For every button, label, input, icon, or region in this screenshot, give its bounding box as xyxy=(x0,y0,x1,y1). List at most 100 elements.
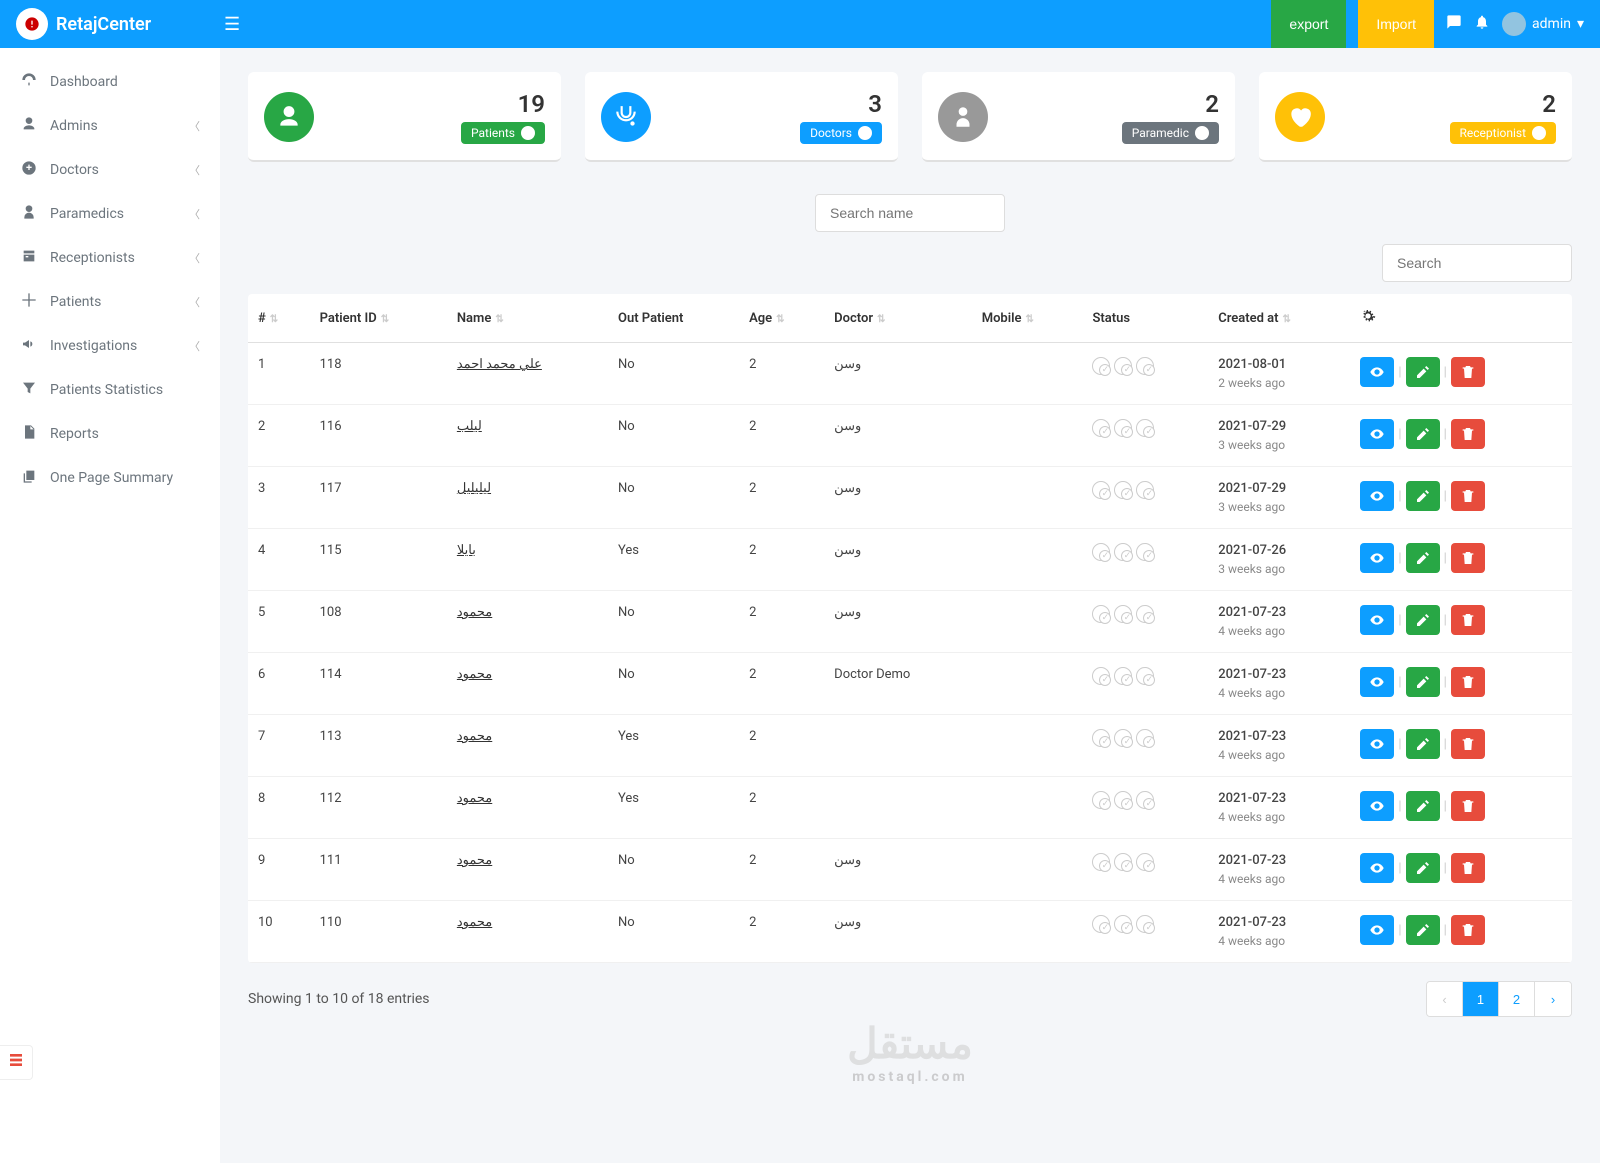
status-circle-icon xyxy=(1136,543,1154,561)
delete-button[interactable] xyxy=(1451,791,1485,821)
view-button[interactable] xyxy=(1360,915,1394,945)
sidebar-item-receptionists[interactable]: Receptionists 〈 xyxy=(0,236,220,280)
view-button[interactable] xyxy=(1360,729,1394,759)
gear-icon[interactable] xyxy=(1360,313,1376,328)
page-prev-button[interactable]: ‹ xyxy=(1427,982,1463,1016)
stat-card-patients[interactable]: 19 Patients✓ xyxy=(248,72,561,162)
delete-button[interactable] xyxy=(1451,419,1485,449)
cell-name[interactable]: ليليليل xyxy=(447,467,608,529)
menu-toggle-icon[interactable]: ☰ xyxy=(224,14,240,35)
edit-button[interactable] xyxy=(1406,853,1440,883)
bullhorn-icon xyxy=(20,336,38,356)
cell-name[interactable]: ليلب xyxy=(447,405,608,467)
column-header[interactable]: Mobile⇅ xyxy=(972,294,1083,343)
cell-pid: 110 xyxy=(310,901,447,963)
delete-button[interactable] xyxy=(1451,729,1485,759)
import-button[interactable]: Import xyxy=(1358,0,1434,48)
table-search-input[interactable] xyxy=(1382,244,1572,282)
cell-doctor: وسن xyxy=(824,901,972,963)
view-button[interactable] xyxy=(1360,419,1394,449)
view-button[interactable] xyxy=(1360,605,1394,635)
delete-button[interactable] xyxy=(1451,915,1485,945)
delete-button[interactable] xyxy=(1451,853,1485,883)
user-menu[interactable]: admin ▾ xyxy=(1502,12,1584,36)
sidebar-item-label: One Page Summary xyxy=(50,470,200,486)
cell-name[interactable]: علي محمد احمد xyxy=(447,343,608,405)
view-button[interactable] xyxy=(1360,667,1394,697)
bell-icon[interactable] xyxy=(1474,14,1490,35)
delete-button[interactable] xyxy=(1451,667,1485,697)
column-header[interactable]: Name⇅ xyxy=(447,294,608,343)
cell-status xyxy=(1082,901,1208,963)
column-header[interactable]: #⇅ xyxy=(248,294,310,343)
stat-card-paramedic[interactable]: 2 Paramedic✓ xyxy=(922,72,1235,162)
column-header[interactable]: Created at⇅ xyxy=(1208,294,1350,343)
cell-actions: | | xyxy=(1350,653,1572,715)
column-header: Status xyxy=(1082,294,1208,343)
cell-name[interactable]: محمود xyxy=(447,901,608,963)
sidebar-item-investigations[interactable]: Investigations 〈 xyxy=(0,324,220,368)
cell-name[interactable]: بايلا xyxy=(447,529,608,591)
cell-name[interactable]: محمود xyxy=(447,777,608,839)
column-header[interactable]: Patient ID⇅ xyxy=(310,294,447,343)
export-button[interactable]: export xyxy=(1271,0,1346,48)
status-circle-icon xyxy=(1114,915,1132,933)
view-button[interactable] xyxy=(1360,543,1394,573)
view-button[interactable] xyxy=(1360,791,1394,821)
cell-name[interactable]: محمود xyxy=(447,653,608,715)
patients-icon xyxy=(20,292,38,312)
sidebar-item-one-page-summary[interactable]: One Page Summary xyxy=(0,456,220,500)
status-circle-icon xyxy=(1114,853,1132,871)
sidebar-item-reports[interactable]: Reports xyxy=(0,412,220,456)
stat-card-doctors[interactable]: 3 Doctors✓ xyxy=(585,72,898,162)
delete-button[interactable] xyxy=(1451,481,1485,511)
sidebar-item-patients[interactable]: Patients 〈 xyxy=(0,280,220,324)
edit-button[interactable] xyxy=(1406,357,1440,387)
cell-name[interactable]: محمود xyxy=(447,715,608,777)
status-circle-icon xyxy=(1136,605,1154,623)
view-button[interactable] xyxy=(1360,853,1394,883)
edit-button[interactable] xyxy=(1406,481,1440,511)
check-icon: ✓ xyxy=(1195,126,1209,140)
edit-button[interactable] xyxy=(1406,605,1440,635)
cell-actions: | | xyxy=(1350,777,1572,839)
separator: | xyxy=(1444,427,1447,442)
edit-button[interactable] xyxy=(1406,419,1440,449)
cell-name[interactable]: محمود xyxy=(447,591,608,653)
edit-button[interactable] xyxy=(1406,791,1440,821)
status-circle-icon xyxy=(1114,605,1132,623)
stat-card-receptionist[interactable]: 2 Receptionist✓ xyxy=(1259,72,1572,162)
edit-button[interactable] xyxy=(1406,667,1440,697)
sidebar-item-paramedics[interactable]: Paramedics 〈 xyxy=(0,192,220,236)
view-button[interactable] xyxy=(1360,357,1394,387)
column-header[interactable]: Age⇅ xyxy=(739,294,824,343)
edit-button[interactable] xyxy=(1406,915,1440,945)
cell-name[interactable]: محمود xyxy=(447,839,608,901)
delete-button[interactable] xyxy=(1451,605,1485,635)
table-footer: Showing 1 to 10 of 18 entries ‹12› xyxy=(248,963,1572,1025)
paramedic-icon xyxy=(20,204,38,224)
chat-icon[interactable] xyxy=(1446,14,1462,35)
search-name-input[interactable] xyxy=(815,194,1005,232)
edit-button[interactable] xyxy=(1406,543,1440,573)
column-header[interactable]: Doctor⇅ xyxy=(824,294,972,343)
sidebar-item-label: Patients xyxy=(50,294,177,310)
sidebar-item-doctors[interactable]: Doctors 〈 xyxy=(0,148,220,192)
delete-button[interactable] xyxy=(1451,357,1485,387)
page-button[interactable]: 2 xyxy=(1499,982,1535,1016)
cell-date: 2021-07-293 weeks ago xyxy=(1208,467,1350,529)
sidebar-item-dashboard[interactable]: Dashboard xyxy=(0,60,220,104)
edit-button[interactable] xyxy=(1406,729,1440,759)
brand[interactable]: RetajCenter xyxy=(16,8,216,40)
sidebar-item-admins[interactable]: Admins 〈 xyxy=(0,104,220,148)
page-next-button[interactable]: › xyxy=(1535,982,1571,1016)
table-row: 6 114 محمود No 2 Doctor Demo 2021-07-234… xyxy=(248,653,1572,715)
cell-date: 2021-07-234 weeks ago xyxy=(1208,901,1350,963)
sidebar-item-patients-statistics[interactable]: Patients Statistics xyxy=(0,368,220,412)
delete-button[interactable] xyxy=(1451,543,1485,573)
debug-tab-icon[interactable] xyxy=(0,1045,33,1080)
status-circle-icon xyxy=(1092,729,1110,747)
page-button[interactable]: 1 xyxy=(1463,982,1499,1016)
view-button[interactable] xyxy=(1360,481,1394,511)
stat-badge: Receptionist✓ xyxy=(1450,122,1557,144)
